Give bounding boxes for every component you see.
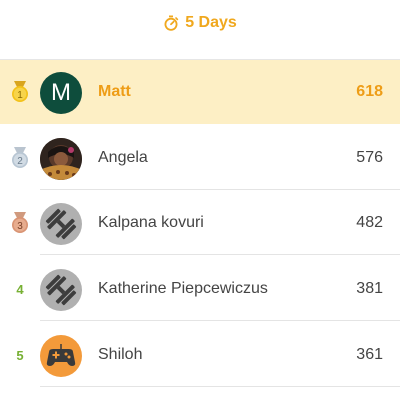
silver-medal-icon: 2 [10,126,30,190]
leaderboard-row-4[interactable]: 4 Katherine Piepcewiczus 381 [0,257,400,321]
row-divider [40,189,400,190]
leaderboard-row-5[interactable]: 5 Shiloh 361 [0,323,400,387]
player-name: Shiloh [98,346,143,363]
avatar[interactable] [40,138,82,180]
timer-icon [164,15,179,31]
gamepad-icon [46,344,76,366]
row-divider [40,386,400,387]
svg-text:3: 3 [17,221,23,232]
avatar[interactable] [40,269,82,311]
photo-avatar-image [40,138,82,180]
leaderboard-row-3[interactable]: 3 Kalpana kovuri 482 [0,191,400,255]
leaderboard-header: 5 Days [0,0,400,46]
svg-text:1: 1 [17,90,23,101]
dumbbell-icon [45,274,77,306]
row-divider [40,254,400,255]
player-score: 618 [356,83,383,100]
player-name: Katherine Piepcewiczus [98,280,268,297]
gold-medal-icon: 1 [10,60,30,124]
header-title: 5 Days [185,14,237,31]
rank-number: 5 [16,347,24,363]
player-name: Kalpana kovuri [98,214,204,231]
avatar[interactable]: M [40,72,82,114]
rank-number: 4 [16,281,24,297]
row-divider [40,320,400,321]
player-score: 381 [356,280,383,297]
player-score: 576 [356,149,383,166]
leaderboard-row-2[interactable]: 2 Angela 576 [0,126,400,190]
dumbbell-icon [45,208,77,240]
avatar[interactable] [40,203,82,245]
bronze-medal-icon: 3 [10,191,30,255]
player-name: Angela [98,149,148,166]
avatar[interactable] [40,335,82,377]
svg-text:2: 2 [17,156,23,167]
leaderboard-row-1[interactable]: 1 M Matt 618 [0,60,400,124]
player-name: Matt [98,83,131,100]
player-score: 361 [356,346,383,363]
player-score: 482 [356,214,383,231]
